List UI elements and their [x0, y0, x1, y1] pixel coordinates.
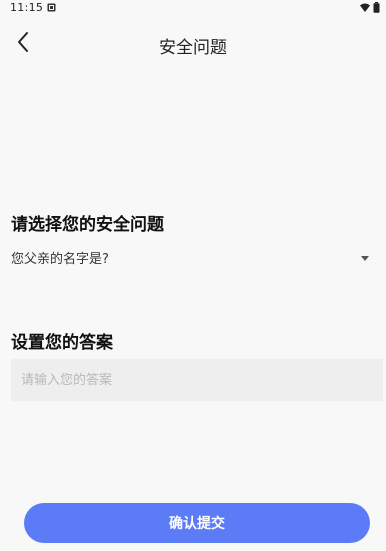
selected-question: 您父亲的名字是? [11, 252, 109, 267]
caret-down-icon [361, 256, 369, 261]
answer-label: 设置您的答案 [11, 333, 113, 353]
confirm-submit-button[interactable]: 确认提交 [24, 503, 370, 543]
app-bar: 安全问题 [0, 18, 386, 68]
battery-icon [373, 2, 380, 13]
wifi-icon [360, 3, 370, 12]
notification-icon [47, 3, 56, 12]
security-question-label: 请选择您的安全问题 [11, 215, 164, 235]
page-title: 安全问题 [159, 38, 227, 58]
status-bar: 11:15 [0, 0, 386, 18]
status-time: 11:15 [10, 1, 44, 14]
security-question-select[interactable]: 您父亲的名字是? [11, 246, 373, 270]
answer-input[interactable] [11, 359, 383, 401]
